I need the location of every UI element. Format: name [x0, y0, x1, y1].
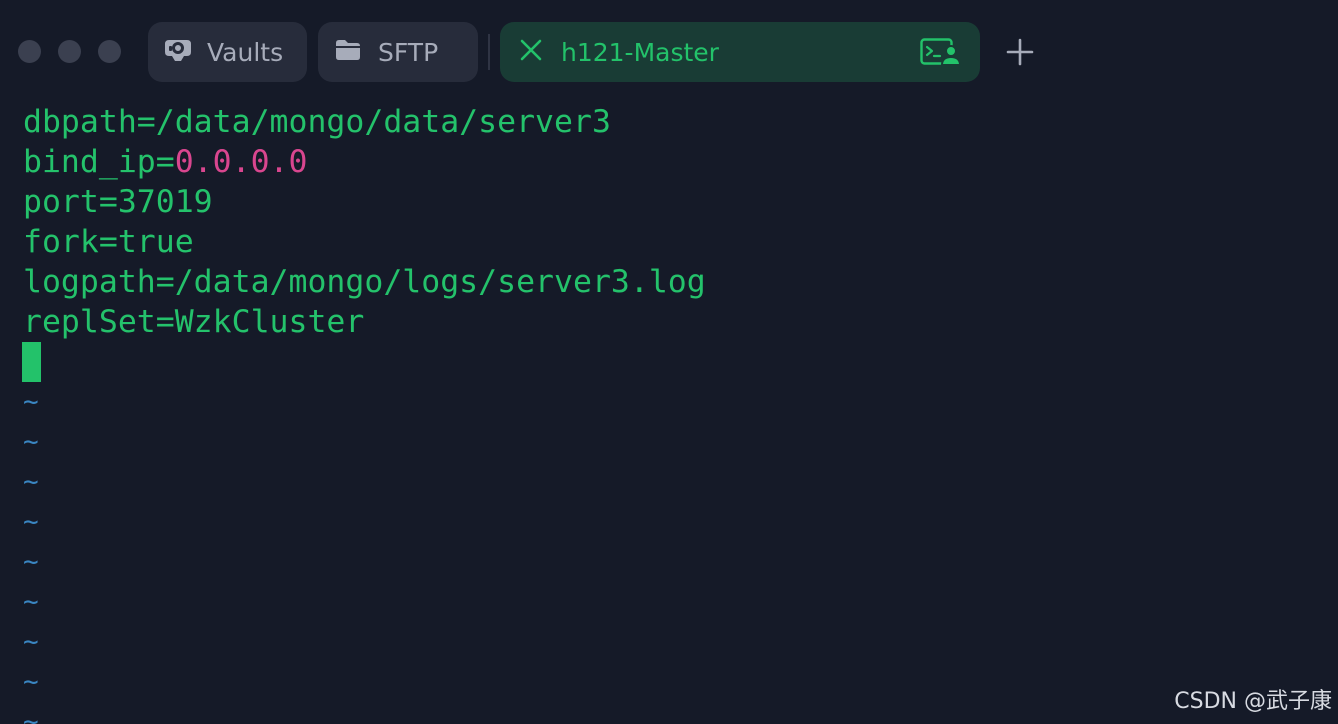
new-tab-button[interactable] — [1004, 36, 1036, 68]
watermark: CSDN @武子康 — [1174, 689, 1332, 714]
empty-line-marker: ~ — [23, 507, 39, 537]
config-key: bind_ip= — [23, 144, 175, 180]
plus-icon — [1004, 38, 1036, 72]
config-value: 0.0.0.0 — [174, 144, 308, 180]
empty-line-marker: ~ — [23, 587, 39, 617]
empty-line-marker: ~ — [23, 427, 39, 457]
empty-line-marker: ~ — [23, 627, 39, 657]
folder-icon — [334, 38, 362, 67]
tab-vaults-label: Vaults — [207, 37, 284, 67]
config-line-bind-ip: bind_ip=0.0.0.0 — [23, 142, 307, 182]
tab-sftp-label: SFTP — [378, 37, 439, 67]
empty-line-marker: ~ — [23, 667, 39, 697]
tab-h121-master[interactable]: h121-Master — [500, 22, 980, 82]
window-close-button[interactable] — [18, 40, 41, 63]
config-line-dbpath: dbpath=/data/mongo/data/server3 — [23, 104, 611, 140]
window-zoom-button[interactable] — [98, 40, 121, 63]
terminal-user-icon[interactable] — [920, 38, 962, 71]
window-minimize-button[interactable] — [58, 40, 81, 63]
config-line-fork: fork=true — [23, 224, 194, 260]
text-cursor — [22, 342, 41, 382]
close-icon[interactable] — [519, 38, 543, 67]
tab-vaults[interactable]: Vaults — [148, 22, 307, 82]
config-line-port: port=37019 — [23, 184, 213, 220]
tab-divider — [488, 34, 490, 70]
empty-line-marker: ~ — [23, 467, 39, 497]
tab-h121-master-label: h121-Master — [561, 37, 719, 67]
empty-line-marker: ~ — [23, 547, 39, 577]
config-line-replset: replSet=WzkCluster — [23, 304, 365, 340]
tab-sftp[interactable]: SFTP — [318, 22, 478, 82]
title-bar: Vaults SFTP h121-Master — [0, 0, 1338, 96]
empty-line-marker: ~ — [23, 387, 39, 417]
config-line-logpath: logpath=/data/mongo/logs/server3.log — [23, 264, 706, 300]
vault-icon — [163, 36, 193, 69]
empty-line-marker: ~ — [23, 707, 39, 724]
terminal-view[interactable]: dbpath=/data/mongo/data/server3 bind_ip=… — [0, 102, 1338, 724]
